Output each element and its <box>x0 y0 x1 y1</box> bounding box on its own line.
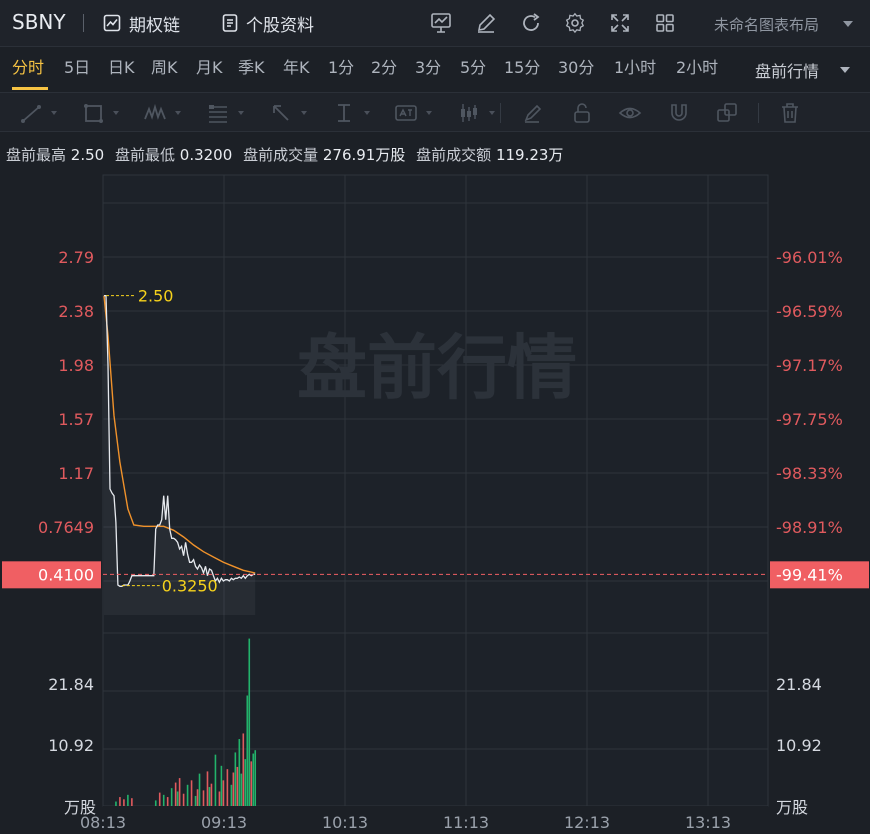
price-tick-label: 1.57 <box>58 410 94 429</box>
volume-bar <box>202 790 205 806</box>
volume-bar <box>252 753 255 806</box>
volume-bar <box>196 789 199 806</box>
volume-bar <box>131 798 133 806</box>
time-tick-label: 09:13 <box>201 813 247 832</box>
volume-bar <box>166 797 169 806</box>
volume-bar <box>238 739 241 806</box>
chart-watermark: 盘前行情 <box>297 327 577 409</box>
volume-bar <box>240 773 243 806</box>
volume-bar <box>198 773 201 806</box>
time-tick-label: 12:13 <box>564 813 610 832</box>
volume-bar <box>162 794 165 806</box>
percent-tick-label: -98.91% <box>776 518 843 537</box>
volume-bar <box>154 800 157 806</box>
time-tick-label: 13:13 <box>685 813 731 832</box>
volume-bar <box>176 791 179 806</box>
intraday-chart[interactable]: 盘前行情 2.79 2.38 1.98 1.57 1.17 0.7649 -96.01% -96… <box>0 0 870 834</box>
volume-bar <box>123 799 125 806</box>
volume-bar <box>208 787 211 806</box>
volume-tick-label: 21.84 <box>48 675 94 694</box>
price-tick-label: 0.7649 <box>38 518 94 537</box>
time-tick-label: 10:13 <box>322 813 368 832</box>
volume-bar <box>214 754 217 806</box>
current-percent-label: -99.41% <box>776 565 843 584</box>
time-tick-label: 11:13 <box>443 813 489 832</box>
volume-bar <box>218 791 221 806</box>
price-tick-label: 1.98 <box>58 356 94 375</box>
volume-bar <box>226 769 229 806</box>
volume-bar <box>186 784 189 806</box>
volume-bar <box>115 801 117 806</box>
volume-bar <box>194 795 197 806</box>
percent-tick-label: -96.01% <box>776 248 843 267</box>
volume-bar <box>222 780 225 806</box>
volume-unit-label: 万股 <box>776 798 808 817</box>
volume-bar <box>250 761 253 806</box>
volume-tick-label: 10.92 <box>48 736 94 755</box>
volume-bar <box>158 792 161 806</box>
volume-bar <box>210 783 213 806</box>
plot-area <box>102 174 769 807</box>
percent-tick-label: -97.75% <box>776 410 843 429</box>
current-price-label: 0.4100 <box>38 565 94 584</box>
volume-bar <box>174 782 177 806</box>
volume-bar <box>190 780 193 806</box>
volume-bar <box>254 750 257 806</box>
price-tick-label: 2.38 <box>58 302 94 321</box>
volume-bar <box>178 778 181 806</box>
price-tick-label: 2.79 <box>58 248 94 267</box>
volume-bar <box>244 759 247 806</box>
volume-bar <box>182 793 185 806</box>
percent-tick-label: -96.59% <box>776 302 843 321</box>
min-price-marker-label: 0.3250 <box>162 577 218 596</box>
volume-bar <box>236 766 239 806</box>
volume-bar <box>119 797 121 806</box>
time-tick-label: 08:13 <box>80 813 126 832</box>
price-tick-label: 1.17 <box>58 464 94 483</box>
volume-bar <box>242 733 245 806</box>
volume-tick-label: 21.84 <box>776 675 822 694</box>
volume-bar <box>220 765 223 806</box>
volume-bar <box>206 771 209 806</box>
volume-bar <box>127 794 129 806</box>
volume-bar <box>170 788 173 806</box>
percent-tick-label: -97.17% <box>776 356 843 375</box>
volume-bar <box>246 695 249 806</box>
volume-bar <box>230 784 233 806</box>
percent-tick-label: -98.33% <box>776 464 843 483</box>
volume-bar <box>232 772 235 806</box>
volume-bar <box>248 638 251 806</box>
volume-tick-label: 10.92 <box>776 736 822 755</box>
volume-bar <box>234 752 237 806</box>
max-price-marker-label: 2.50 <box>138 287 174 306</box>
